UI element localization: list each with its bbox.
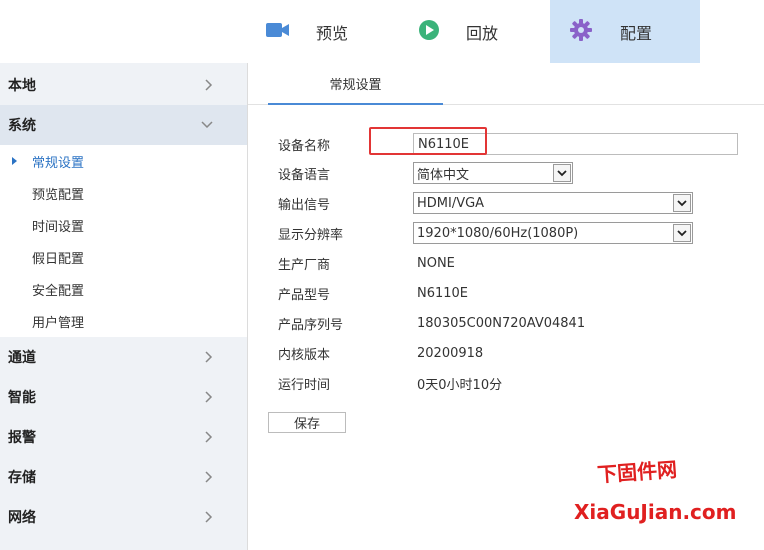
model-value: N6110E — [417, 285, 469, 301]
chevron-down-icon[interactable] — [553, 164, 571, 182]
tab-bar: 常规设置 — [248, 63, 764, 105]
sidebar-divider — [247, 63, 248, 550]
sidebar-item-local[interactable]: 本地 — [0, 65, 247, 105]
kernel-label: 内核版本 — [278, 347, 331, 363]
video-camera-icon — [266, 21, 290, 43]
row-device-name: 设备名称 — [278, 133, 748, 155]
nav-playback[interactable]: 回放 — [418, 0, 558, 63]
row-uptime: 运行时间 0天0小时10分 — [278, 372, 748, 394]
row-kernel: 内核版本 20200918 — [278, 342, 748, 364]
language-select-value: 简体中文 — [417, 167, 470, 183]
sidebar-item-smart[interactable]: 智能 — [0, 377, 247, 417]
sidebar-subitem-label: 常规设置 — [32, 155, 85, 171]
play-circle-icon — [418, 19, 440, 45]
kernel-value: 20200918 — [417, 345, 484, 361]
chevron-right-icon — [205, 417, 213, 457]
serial-value: 180305C00N720AV04841 — [417, 315, 586, 331]
manufacturer-value: NONE — [417, 255, 455, 271]
row-language: 设备语言 简体中文 — [278, 162, 748, 184]
row-output-signal: 输出信号 HDMI/VGA — [278, 192, 748, 214]
nav-preview-label: 预览 — [316, 23, 349, 43]
active-marker-icon — [12, 157, 17, 165]
chevron-down-icon — [201, 105, 213, 145]
nav-playback-label: 回放 — [466, 23, 499, 43]
row-resolution: 显示分辨率 1920*1080/60Hz(1080P) — [278, 222, 748, 244]
sidebar-subitem-label: 预览配置 — [32, 187, 85, 203]
row-model: 产品型号 N6110E — [278, 282, 748, 304]
app-root: 预览 回放 配置 本地 系统 常规设置 预览配置 时间设置 假日配置 安全配置 … — [0, 0, 764, 550]
sidebar-item-label: 网络 — [8, 510, 36, 526]
nav-config-label: 配置 — [620, 23, 653, 43]
resolution-select[interactable]: 1920*1080/60Hz(1080P) — [413, 222, 693, 244]
sidebar-item-alarm[interactable]: 报警 — [0, 417, 247, 457]
language-select[interactable]: 简体中文 — [413, 162, 573, 184]
chevron-right-icon — [205, 377, 213, 417]
nav-config[interactable]: 配置 — [550, 0, 700, 63]
sidebar-subitem-general[interactable]: 常规设置 — [0, 145, 247, 177]
sidebar-item-label: 存储 — [8, 470, 36, 486]
sidebar: 本地 系统 常规设置 预览配置 时间设置 假日配置 安全配置 用户管理 通道 智… — [0, 63, 247, 550]
sidebar-item-label: 系统 — [8, 118, 36, 134]
output-signal-label: 输出信号 — [278, 197, 331, 213]
sidebar-subitem-time[interactable]: 时间设置 — [0, 209, 247, 241]
chevron-right-icon — [205, 65, 213, 105]
sidebar-subitem-label: 用户管理 — [32, 315, 85, 331]
device-name-input[interactable] — [413, 133, 738, 155]
watermark-cn: 下固件网 — [596, 457, 678, 487]
chevron-down-icon[interactable] — [673, 194, 691, 212]
sidebar-item-network[interactable]: 网络 — [0, 497, 247, 537]
sidebar-item-label: 智能 — [8, 390, 36, 406]
sidebar-subitem-security[interactable]: 安全配置 — [0, 273, 247, 305]
sidebar-item-system[interactable]: 系统 — [0, 105, 247, 145]
sidebar-subitem-label: 假日配置 — [32, 251, 85, 267]
sidebar-item-channel[interactable]: 通道 — [0, 337, 247, 377]
manufacturer-label: 生产厂商 — [278, 257, 331, 273]
resolution-label: 显示分辨率 — [278, 227, 344, 243]
uptime-value: 0天0小时10分 — [417, 377, 503, 393]
nav-preview[interactable]: 预览 — [266, 0, 406, 63]
output-signal-select[interactable]: HDMI/VGA — [413, 192, 693, 214]
resolution-select-value: 1920*1080/60Hz(1080P) — [417, 225, 579, 241]
chevron-down-icon[interactable] — [673, 224, 691, 242]
tab-general-settings[interactable]: 常规设置 — [268, 63, 443, 105]
serial-label: 产品序列号 — [278, 317, 344, 333]
watermark-en: XiaGuJian.com — [574, 500, 737, 524]
chevron-right-icon — [205, 337, 213, 377]
sidebar-item-label: 通道 — [8, 350, 36, 366]
sidebar-subitem-holiday[interactable]: 假日配置 — [0, 241, 247, 273]
sidebar-item-storage[interactable]: 存储 — [0, 457, 247, 497]
sidebar-subitem-users[interactable]: 用户管理 — [0, 305, 247, 337]
output-signal-select-value: HDMI/VGA — [417, 195, 485, 211]
sidebar-item-label: 报警 — [8, 430, 36, 446]
language-label: 设备语言 — [278, 167, 331, 183]
sidebar-item-label: 本地 — [8, 78, 36, 94]
gear-icon — [570, 18, 592, 45]
uptime-label: 运行时间 — [278, 377, 331, 393]
save-button[interactable]: 保存 — [268, 412, 346, 433]
row-serial: 产品序列号 180305C00N720AV04841 — [278, 312, 748, 334]
device-name-label: 设备名称 — [278, 138, 331, 154]
sidebar-subitem-preview[interactable]: 预览配置 — [0, 177, 247, 209]
chevron-right-icon — [205, 457, 213, 497]
tab-label: 常规设置 — [329, 77, 382, 93]
sidebar-subitem-label: 时间设置 — [32, 219, 85, 235]
model-label: 产品型号 — [278, 287, 331, 303]
chevron-right-icon — [205, 497, 213, 537]
top-nav: 预览 回放 配置 — [0, 0, 764, 63]
row-manufacturer: 生产厂商 NONE — [278, 252, 748, 274]
sidebar-subitem-label: 安全配置 — [32, 283, 85, 299]
